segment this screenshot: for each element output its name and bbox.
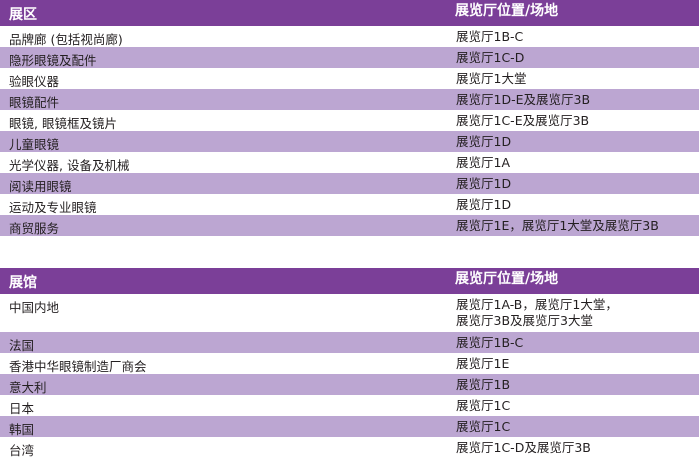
row-name: 阅读用眼镜 bbox=[9, 179, 72, 194]
row-location: 展览厅1C bbox=[456, 419, 511, 434]
table-row: 香港中华眼镜制造厂商会 展览厅1E bbox=[0, 353, 699, 374]
row-name: 韩国 bbox=[9, 422, 35, 437]
row-location: 展览厅1A-B，展览厅1大堂， bbox=[456, 297, 618, 312]
table-body: 品牌廊 (包括视尚廊) 展览厅1B-C 隐形眼镜及配件 展览厅1C-D 验眼仪器 展览厅1… bbox=[0, 26, 699, 236]
table-row: 中国内地 展览厅1A-B，展览厅1大堂， 展览厅3B及展览厅3大堂 bbox=[0, 294, 699, 332]
row-name: 法国 bbox=[9, 338, 35, 353]
table-row: 韩国 展览厅1C bbox=[0, 416, 699, 437]
row-name: 台湾 bbox=[9, 443, 35, 458]
row-location: 展览厅1D bbox=[456, 134, 512, 149]
table-row: 儿童眼镜 展览厅1D bbox=[0, 131, 699, 152]
table-row: 阅读用眼镜 展览厅1D bbox=[0, 173, 699, 194]
row-location: 展览厅1C bbox=[456, 398, 511, 413]
table-row: 光学仪器, 设备及机械 展览厅1A bbox=[0, 152, 699, 173]
table-row: 台湾 展览厅1C-D及展览厅3B bbox=[0, 437, 699, 458]
table-row: 法国 展览厅1B-C bbox=[0, 332, 699, 353]
row-name: 中国内地 bbox=[9, 300, 60, 315]
row-name: 运动及专业眼镜 bbox=[9, 200, 97, 215]
row-location: 展览厅1C-D bbox=[456, 50, 525, 65]
table-row: 验眼仪器 展览厅1大堂 bbox=[0, 68, 699, 89]
row-name: 商贸服务 bbox=[9, 221, 60, 236]
exhibition-zones-table: 展区 展览厅位置/场地 品牌廊 (包括视尚廊) 展览厅1B-C 隐形眼镜及配件 展览厅… bbox=[0, 0, 699, 236]
table-row: 运动及专业眼镜 展览厅1D bbox=[0, 194, 699, 215]
row-location: 展览厅1E bbox=[456, 356, 510, 371]
row-location: 展览厅1B-C bbox=[456, 29, 524, 44]
row-location: 展览厅1C-D及展览厅3B bbox=[456, 440, 591, 455]
row-name: 意大利 bbox=[9, 380, 47, 395]
row-location: 展览厅1A bbox=[456, 155, 511, 170]
pavilions-table: 展馆 展览厅位置/场地 中国内地 展览厅1A-B，展览厅1大堂， 展览厅3B及展览厅… bbox=[0, 268, 699, 458]
table-header: 展区 展览厅位置/场地 bbox=[0, 0, 699, 26]
table-row: 眼镜, 眼镜框及镜片 展览厅1C-E及展览厅3B bbox=[0, 110, 699, 131]
row-name: 验眼仪器 bbox=[9, 74, 60, 89]
row-name: 光学仪器, 设备及机械 bbox=[9, 158, 130, 173]
header-zone: 展区 bbox=[9, 7, 37, 23]
row-name: 儿童眼镜 bbox=[9, 137, 60, 152]
table-row: 日本 展览厅1C bbox=[0, 395, 699, 416]
table-row: 品牌廊 (包括视尚廊) 展览厅1B-C bbox=[0, 26, 699, 47]
table-header: 展馆 展览厅位置/场地 bbox=[0, 268, 699, 294]
table-body: 中国内地 展览厅1A-B，展览厅1大堂， 展览厅3B及展览厅3大堂法国 展览厅1B-C… bbox=[0, 294, 699, 458]
row-location: 展览厅1D-E及展览厅3B bbox=[456, 92, 591, 107]
row-name: 眼镜配件 bbox=[9, 95, 60, 110]
row-name: 日本 bbox=[9, 401, 35, 416]
row-location: 展览厅1E，展览厅1大堂及展览厅3B bbox=[456, 218, 659, 233]
table-row: 眼镜配件 展览厅1D-E及展览厅3B bbox=[0, 89, 699, 110]
row-location: 展览厅1大堂 bbox=[456, 71, 527, 86]
row-location: 展览厅1B bbox=[456, 377, 511, 392]
row-location: 展览厅1C-E及展览厅3B bbox=[456, 113, 590, 128]
row-name: 香港中华眼镜制造厂商会 bbox=[9, 359, 147, 374]
row-name: 隐形眼镜及配件 bbox=[9, 53, 97, 68]
row-location: 展览厅1D bbox=[456, 176, 512, 191]
table-row: 商贸服务 展览厅1E，展览厅1大堂及展览厅3B bbox=[0, 215, 699, 236]
row-location: 展览厅1D bbox=[456, 197, 512, 212]
row-location-line2: 展览厅3B及展览厅3大堂 bbox=[456, 313, 593, 328]
row-name: 眼镜, 眼镜框及镜片 bbox=[9, 116, 117, 131]
header-location: 展览厅位置/场地 bbox=[455, 3, 559, 19]
row-location: 展览厅1B-C bbox=[456, 335, 524, 350]
header-pavilion: 展馆 bbox=[9, 275, 37, 291]
table-row: 隐形眼镜及配件 展览厅1C-D bbox=[0, 47, 699, 68]
table-row: 意大利 展览厅1B bbox=[0, 374, 699, 395]
row-name: 品牌廊 (包括视尚廊) bbox=[9, 32, 123, 47]
header-location: 展览厅位置/场地 bbox=[455, 271, 559, 287]
